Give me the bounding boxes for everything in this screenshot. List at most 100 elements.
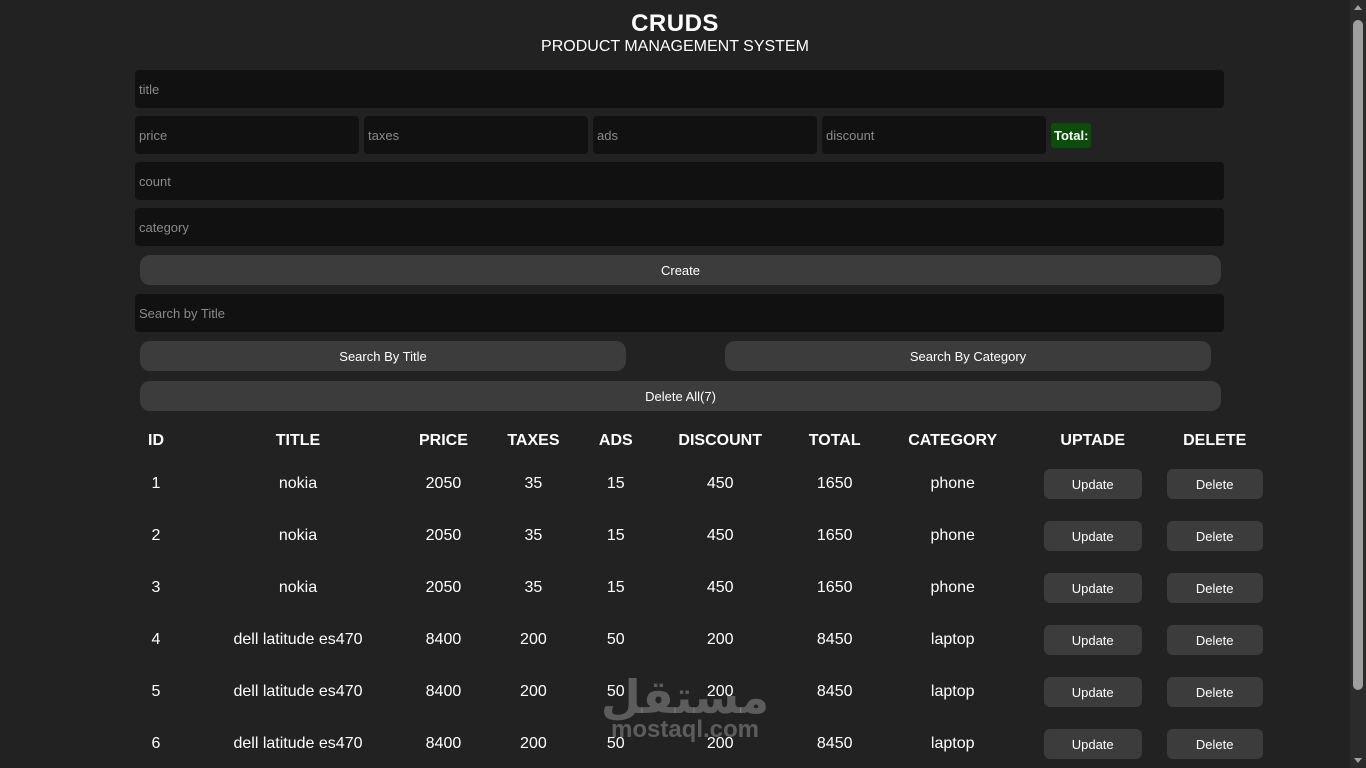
- table-row: 2 nokia 2050 35 15 450 1650 phone Update Delete: [135, 510, 1288, 562]
- update-button[interactable]: Update: [1043, 521, 1142, 551]
- total-badge: Total:: [1051, 122, 1092, 148]
- header-delete: DELETE: [1183, 432, 1247, 449]
- page: CRUDS PRODUCT MANAGEMENT SYSTEM Total: C…: [0, 0, 1350, 768]
- cell-title: nokia: [278, 527, 318, 544]
- title-input[interactable]: [135, 70, 1224, 108]
- delete-all-row: Delete All(7): [135, 381, 1224, 411]
- cell-total: 1650: [816, 579, 853, 596]
- cell-delete: Delete: [1142, 562, 1288, 614]
- delete-button[interactable]: Delete: [1166, 729, 1263, 759]
- cell-update: Update: [1043, 666, 1142, 718]
- cell-id: 2: [151, 527, 161, 544]
- cell-title: dell latitude es470: [233, 683, 363, 700]
- price-input[interactable]: [135, 116, 359, 154]
- header-taxes: TAXES: [507, 432, 560, 449]
- delete-all-button[interactable]: Delete All(7): [140, 381, 1221, 411]
- search-by-title-button[interactable]: Search By Title: [140, 341, 626, 371]
- cell-total: 1650: [816, 527, 853, 544]
- table-row: 3 nokia 2050 35 15 450 1650 phone Update Delete: [135, 562, 1288, 614]
- cell-id: 1: [151, 475, 161, 492]
- cell-delete: Delete: [1142, 718, 1288, 768]
- cell-id: 6: [151, 735, 161, 752]
- create-row: Create: [135, 255, 1224, 285]
- search-row: [135, 294, 1224, 332]
- cell-taxes: 200: [520, 735, 547, 752]
- products-table: ID TITLE PRICE TAXES ADS DISCOUNT TOTAL …: [135, 424, 1288, 768]
- cell-delete: Delete: [1142, 510, 1288, 562]
- cell-ads: 50: [606, 631, 625, 648]
- discount-input[interactable]: [822, 116, 1046, 154]
- cell-category: phone: [930, 579, 975, 596]
- delete-button[interactable]: Delete: [1166, 573, 1263, 603]
- cell-title: dell latitude es470: [233, 631, 363, 648]
- scroll-up-arrow-icon[interactable]: [1354, 5, 1362, 10]
- cell-discount: 200: [706, 631, 734, 648]
- cell-ads: 50: [606, 735, 625, 752]
- update-button[interactable]: Update: [1043, 677, 1142, 707]
- cell-taxes: 200: [520, 683, 547, 700]
- table-row: 1 nokia 2050 35 15 450 1650 phone Update Delete: [135, 458, 1288, 510]
- cell-title: dell latitude es470: [233, 735, 363, 752]
- search-by-category-button[interactable]: Search By Category: [725, 341, 1211, 371]
- cell-ads: 50: [606, 683, 625, 700]
- update-button[interactable]: Update: [1043, 469, 1142, 499]
- create-button[interactable]: Create: [140, 255, 1221, 285]
- cell-total: 8450: [816, 631, 853, 648]
- cell-id: 4: [151, 631, 161, 648]
- cell-discount: 450: [706, 579, 734, 596]
- cell-discount: 200: [706, 683, 734, 700]
- cell-taxes: 35: [524, 475, 543, 492]
- update-button[interactable]: Update: [1043, 573, 1142, 603]
- cell-category: laptop: [930, 683, 975, 700]
- cell-taxes: 35: [524, 579, 543, 596]
- category-row: [135, 208, 1224, 246]
- cell-update: Update: [1043, 458, 1142, 510]
- page-title: CRUDS: [631, 10, 719, 37]
- delete-button[interactable]: Delete: [1166, 625, 1263, 655]
- cell-taxes: 200: [520, 631, 547, 648]
- cell-delete: Delete: [1142, 458, 1288, 510]
- cell-price: 2050: [425, 475, 462, 492]
- cell-ads: 15: [606, 475, 625, 492]
- page-subtitle: PRODUCT MANAGEMENT SYSTEM: [541, 38, 809, 55]
- header-ads: ADS: [598, 432, 633, 449]
- update-button[interactable]: Update: [1043, 729, 1142, 759]
- scroll-thumb[interactable]: [1353, 20, 1363, 690]
- table-body: 1 nokia 2050 35 15 450 1650 phone Update Delete 2 n…: [135, 458, 1288, 768]
- cell-ads: 15: [606, 579, 625, 596]
- cell-total: 8450: [816, 735, 853, 752]
- count-row: [135, 162, 1224, 200]
- search-input[interactable]: [135, 294, 1224, 332]
- table-row: 6 dell latitude es470 8400 200 50 200 8450 lapt…: [135, 718, 1288, 768]
- cell-title: nokia: [278, 579, 318, 596]
- table-header-row: ID TITLE PRICE TAXES ADS DISCOUNT TOTAL …: [135, 424, 1288, 458]
- cell-delete: Delete: [1142, 614, 1288, 666]
- cell-update: Update: [1043, 614, 1142, 666]
- cell-discount: 200: [706, 735, 734, 752]
- scroll-down-arrow-icon[interactable]: [1354, 758, 1362, 763]
- cell-category: laptop: [930, 631, 975, 648]
- cell-price: 2050: [425, 579, 462, 596]
- ads-input[interactable]: [593, 116, 817, 154]
- cell-ads: 15: [606, 527, 625, 544]
- header-update: UPTADE: [1060, 432, 1125, 449]
- header-category: CATEGORY: [908, 432, 998, 449]
- category-input[interactable]: [135, 208, 1224, 246]
- cell-id: 5: [151, 683, 161, 700]
- vertical-scrollbar[interactable]: [1350, 0, 1366, 768]
- cell-delete: Delete: [1142, 666, 1288, 718]
- table-row: 4 dell latitude es470 8400 200 50 200 8450 lapt…: [135, 614, 1288, 666]
- cell-price: 8400: [425, 631, 462, 648]
- cell-category: phone: [930, 527, 975, 544]
- cell-discount: 450: [706, 527, 734, 544]
- count-input[interactable]: [135, 162, 1224, 200]
- update-button[interactable]: Update: [1043, 625, 1142, 655]
- cell-taxes: 35: [524, 527, 543, 544]
- delete-button[interactable]: Delete: [1166, 677, 1263, 707]
- product-form: [135, 70, 1224, 108]
- taxes-input[interactable]: [364, 116, 588, 154]
- header-total: TOTAL: [808, 432, 861, 449]
- header: CRUDS PRODUCT MANAGEMENT SYSTEM: [0, 10, 1350, 56]
- delete-button[interactable]: Delete: [1166, 469, 1263, 499]
- delete-button[interactable]: Delete: [1166, 521, 1263, 551]
